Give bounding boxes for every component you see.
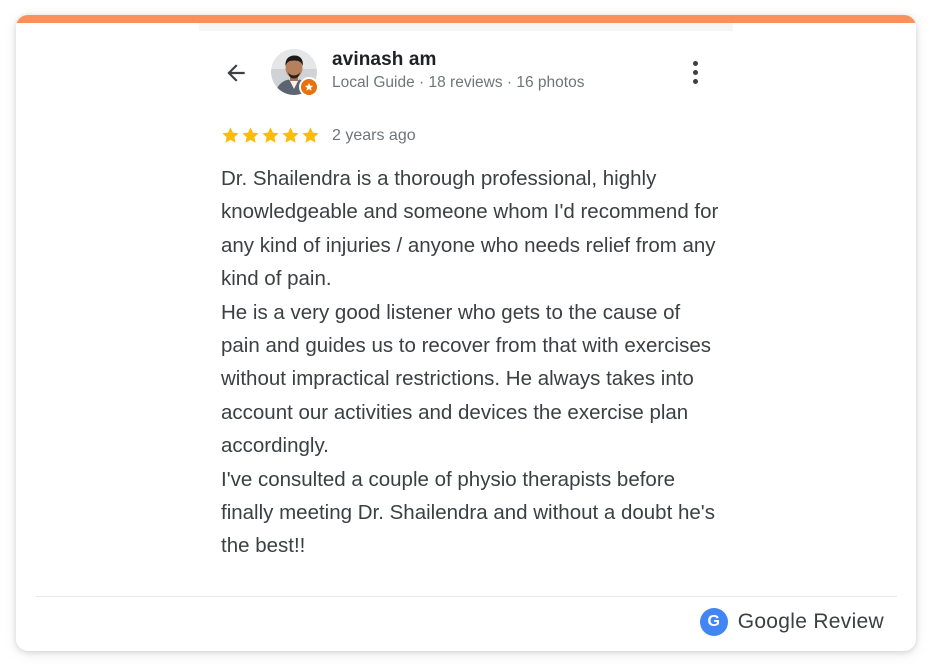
more-options-button[interactable]	[680, 55, 710, 89]
top-strip	[199, 23, 733, 31]
more-vert-icon-dot	[692, 69, 698, 75]
more-vert-icon	[692, 60, 698, 66]
star-rating	[221, 126, 320, 145]
star-icon	[282, 127, 299, 143]
rating-row: 2 years ago	[221, 126, 416, 145]
review-card: avinash am Local Guide · 18 reviews · 16…	[16, 15, 916, 651]
avatar[interactable]	[271, 49, 319, 97]
review-paragraph: I've consulted a couple of physio therap…	[221, 467, 715, 558]
reviewer-name[interactable]: avinash am	[332, 49, 437, 71]
divider	[36, 596, 897, 597]
more-vert-icon-dot	[692, 78, 698, 84]
review-paragraph: Dr. Shailendra is a thorough professiona…	[221, 167, 719, 291]
star-icon	[222, 127, 239, 143]
star-small-icon	[304, 82, 314, 91]
reviewer-meta: Local Guide · 18 reviews · 16 photos	[332, 74, 585, 91]
star-icon	[262, 127, 279, 143]
star-icon	[302, 127, 319, 143]
google-logo-icon: G	[699, 608, 728, 636]
google-review-footer: G Google Review	[699, 607, 884, 637]
star-icon	[242, 127, 259, 143]
local-guide-badge-icon	[299, 77, 319, 97]
google-review-label: Google Review	[737, 610, 884, 633]
arrow-back-icon	[227, 64, 245, 82]
accent-bar	[16, 15, 916, 23]
review-paragraph: He is a very good listener who gets to t…	[221, 300, 711, 458]
review-time: 2 years ago	[332, 126, 416, 144]
back-button[interactable]	[220, 57, 252, 89]
review-body: Dr. Shailendra is a thorough professiona…	[221, 162, 721, 563]
